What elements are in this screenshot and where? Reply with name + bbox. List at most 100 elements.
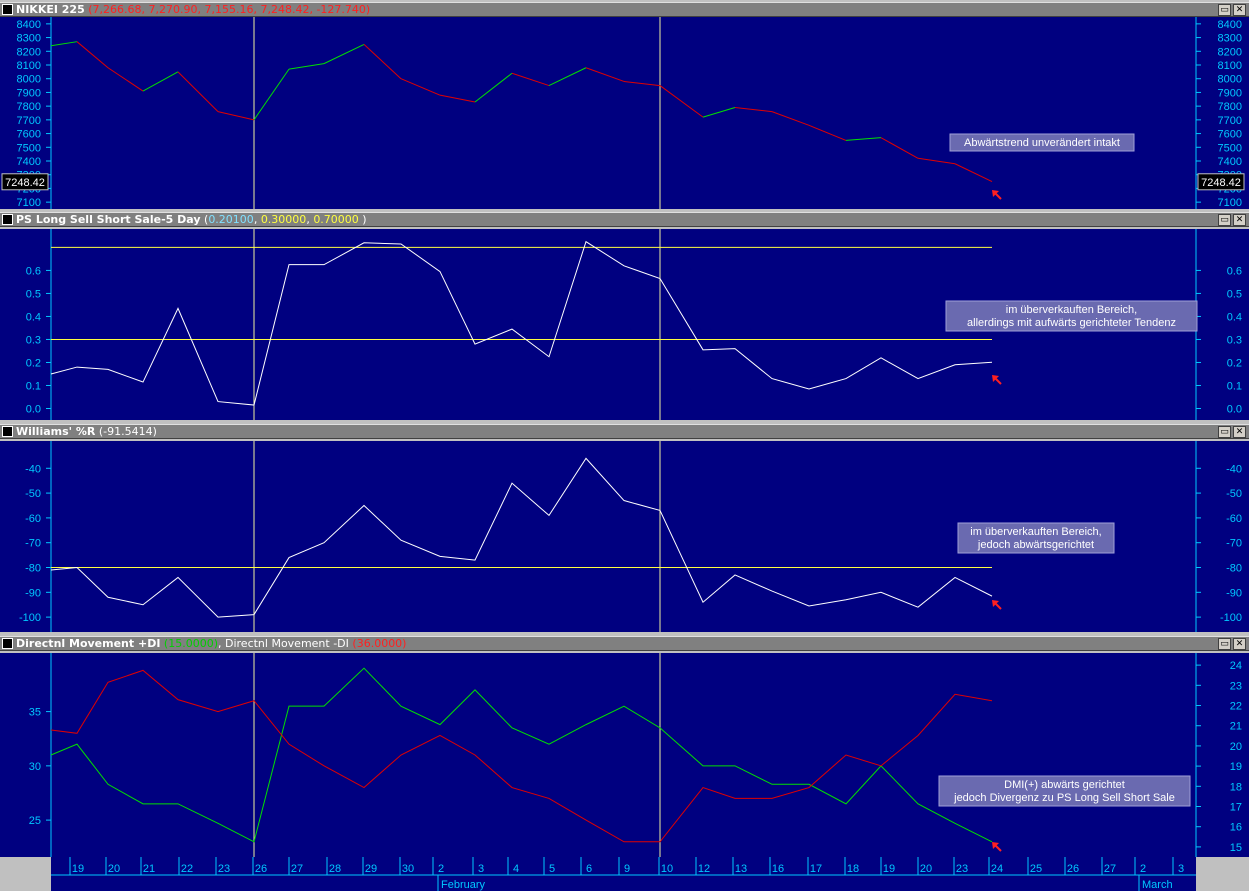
month-label: March: [1142, 879, 1173, 891]
x-tick-label: 9: [624, 863, 630, 875]
x-tick-label: 24: [991, 863, 1003, 875]
y-tick-label-left: 7400: [17, 156, 41, 168]
y-tick-label-right: 17: [1230, 802, 1242, 814]
y-tick-label-right: 8100: [1218, 60, 1242, 72]
y-tick-label-right: -50: [1226, 488, 1242, 500]
y-tick-label-right: 0.0: [1227, 403, 1242, 415]
x-tick-label: 28: [329, 863, 341, 875]
x-tick-label: 3: [1178, 863, 1184, 875]
x-tick-label: 4: [513, 863, 519, 875]
y-tick-label-right: -40: [1226, 463, 1242, 475]
y-tick-label-right: -70: [1226, 538, 1242, 550]
panel-title-bar-dmi[interactable]: Directnl Movement +DI (15.0000), Directn…: [0, 636, 1249, 651]
panel-parameter: 0.70000: [313, 213, 359, 226]
panel-parameter: 0.20100: [208, 213, 254, 226]
annotation-text: allerdings mit aufwärts gerichteter Tend…: [967, 317, 1176, 329]
panel-parameter: -91.5414: [103, 425, 153, 438]
window-controls: ▭ ✕: [1216, 214, 1246, 226]
close-icon[interactable]: ✕: [1233, 214, 1246, 226]
y-tick-label-right: 22: [1230, 701, 1242, 713]
y-tick-label-left: 8200: [17, 46, 41, 58]
close-icon[interactable]: ✕: [1233, 426, 1246, 438]
y-tick-label-right: -60: [1226, 513, 1242, 525]
y-tick-label-left: 7500: [17, 142, 41, 154]
window-controls: ▭ ✕: [1216, 638, 1246, 650]
y-tick-label-left: 8000: [17, 74, 41, 86]
y-tick-label-right: -80: [1226, 563, 1242, 575]
y-tick-label-left: 7600: [17, 129, 41, 141]
panel-parameter: (7,266.68, 7,270.90, 7,155.16, 7,248.42,…: [88, 3, 371, 16]
panel-title-bar-nikkei[interactable]: NIKKEI 225 (7,266.68, 7,270.90, 7,155.16…: [0, 2, 1249, 17]
y-tick-label-left: 35: [29, 707, 41, 719]
y-tick-label-right: 7900: [1218, 87, 1242, 99]
y-tick-label-right: 8300: [1218, 33, 1242, 45]
x-tick-label: 2: [438, 863, 444, 875]
restore-icon[interactable]: ▭: [1218, 426, 1231, 438]
y-tick-label-left: 0.2: [26, 357, 41, 369]
panel-parameter: , Directnl Movement -DI: [218, 637, 353, 650]
panel-parameter: 0.30000: [260, 213, 307, 226]
panel-title: Directnl Movement +DI: [16, 637, 161, 650]
x-tick-label: 10: [661, 863, 673, 875]
y-tick-label-right: 7400: [1218, 156, 1242, 168]
y-tick-label-right: 0.2: [1227, 357, 1242, 369]
y-tick-label-right: 8200: [1218, 46, 1242, 58]
panel-title: PS Long Sell Short Sale-5 Day: [16, 213, 201, 226]
close-icon[interactable]: ✕: [1233, 638, 1246, 650]
y-tick-label-left: 7100: [17, 197, 41, 209]
y-tick-label-left: 7900: [17, 87, 41, 99]
annotation-text: Abwärtstrend unverändert intakt: [964, 137, 1120, 149]
annotation-text: DMI(+) abwärts gerichtet: [1004, 779, 1125, 791]
x-tick-label: 17: [810, 863, 822, 875]
annotation-text: im überverkauften Bereich,: [1006, 304, 1137, 316]
y-tick-label-left: 7700: [17, 115, 41, 127]
y-tick-label-right: 7100: [1218, 197, 1242, 209]
panel-parameter: ): [152, 425, 157, 438]
x-tick-label: 30: [402, 863, 414, 875]
y-tick-label-left: -80: [25, 563, 41, 575]
y-tick-label-right: 0.6: [1227, 265, 1242, 277]
x-tick-label: 23: [956, 863, 968, 875]
x-tick-label: 19: [72, 863, 84, 875]
y-tick-label-left: 0.6: [26, 265, 41, 277]
y-tick-label-left: 8100: [17, 60, 41, 72]
x-tick-label: 26: [255, 863, 267, 875]
y-tick-label-left: 25: [29, 815, 41, 827]
y-tick-label-right: 7600: [1218, 129, 1242, 141]
panel-icon: [2, 214, 13, 225]
panel-title: NIKKEI 225: [16, 3, 85, 16]
y-tick-label-right: 0.3: [1227, 334, 1242, 346]
restore-icon[interactable]: ▭: [1218, 214, 1231, 226]
y-tick-label-right: 7500: [1218, 142, 1242, 154]
y-tick-label-right: 8400: [1218, 19, 1242, 31]
restore-icon[interactable]: ▭: [1218, 638, 1231, 650]
y-tick-label-right: 24: [1230, 660, 1242, 672]
panel-title-bar-williams[interactable]: Williams' %R (-91.5414) ▭ ✕: [0, 424, 1249, 439]
y-tick-label-right: 20: [1230, 741, 1242, 753]
x-tick-label: 2: [1140, 863, 1146, 875]
panel-parameter: ): [358, 213, 367, 226]
y-tick-label-right: 23: [1230, 680, 1242, 692]
y-tick-label-left: 0.5: [26, 288, 41, 300]
y-tick-label-right: 0.5: [1227, 288, 1242, 300]
y-tick-label-left: 8400: [17, 19, 41, 31]
x-tick-label: 19: [883, 863, 895, 875]
restore-icon[interactable]: ▭: [1218, 4, 1231, 16]
y-tick-label-left: 0.3: [26, 334, 41, 346]
panel-parameter: ,: [253, 213, 261, 226]
panel-background: [0, 17, 1249, 209]
y-tick-label-left: -90: [25, 587, 41, 599]
x-tick-label: 6: [586, 863, 592, 875]
y-tick-label-left: 0.1: [26, 380, 41, 392]
x-tick-label: 20: [108, 863, 120, 875]
panel-title-bar-ps[interactable]: PS Long Sell Short Sale-5 Day (0.20100, …: [0, 212, 1249, 227]
x-tick-label: 13: [735, 863, 747, 875]
y-tick-label-left: 7800: [17, 101, 41, 113]
close-icon[interactable]: ✕: [1233, 4, 1246, 16]
y-tick-label-right: -90: [1226, 587, 1242, 599]
y-tick-label-left: -40: [25, 463, 41, 475]
x-tick-label: 25: [1030, 863, 1042, 875]
y-tick-label-left: -100: [19, 612, 41, 624]
x-tick-label: 22: [181, 863, 193, 875]
y-tick-label-left: 8300: [17, 33, 41, 45]
